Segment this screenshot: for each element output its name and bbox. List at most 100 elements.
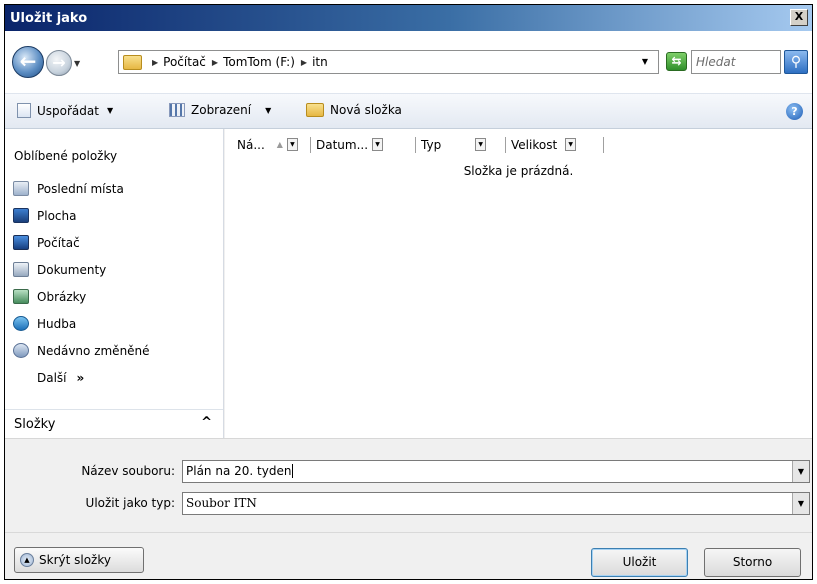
filename-field[interactable]: Plán na 20. tyden ▼ xyxy=(182,460,810,483)
nav-item-desktop[interactable]: Plocha xyxy=(13,202,150,229)
breadcrumb-drive[interactable]: ▶ TomTom (F:) xyxy=(212,55,295,69)
new-folder-label: Nová složka xyxy=(330,103,402,117)
navigation-pane: Oblíbené položky Poslední místa Plocha P… xyxy=(5,129,224,438)
save-options: Název souboru: Plán na 20. tyden ▼ Uloži… xyxy=(5,438,812,579)
nav-item-music[interactable]: Hudba xyxy=(13,310,150,337)
save-button[interactable]: Uložit xyxy=(591,548,688,577)
column-header-date[interactable]: Datum... ▼ xyxy=(316,136,384,153)
column-filter-button[interactable]: ▼ xyxy=(475,138,487,151)
organize-button[interactable]: Uspořádat ▼ xyxy=(17,103,113,118)
folder-icon xyxy=(123,54,142,70)
column-divider[interactable] xyxy=(505,137,506,153)
double-chevron-icon: » xyxy=(76,370,85,385)
filetype-label: Uložit jako typ: xyxy=(85,496,175,510)
filetype-value: Soubor ITN xyxy=(186,496,257,510)
nav-item-recent-places[interactable]: Poslední místa xyxy=(13,175,150,202)
organize-label: Uspořádat xyxy=(37,103,99,118)
chevron-up-icon[interactable]: ^ xyxy=(201,415,212,430)
recent-places-icon xyxy=(13,181,29,196)
breadcrumb-label[interactable]: itn xyxy=(312,55,328,69)
nav-item-computer[interactable]: Počítač xyxy=(13,229,150,256)
help-icon[interactable]: ? xyxy=(786,103,803,120)
pictures-icon xyxy=(13,289,29,304)
search-icon[interactable]: ⚲ xyxy=(784,50,808,74)
nav-item-label: Nedávno změněné xyxy=(37,343,150,358)
nav-item-label: Poslední místa xyxy=(37,181,124,196)
new-folder-icon xyxy=(306,103,324,117)
column-label: Datum... xyxy=(316,137,369,152)
folders-label: Složky xyxy=(14,416,56,432)
breadcrumb-computer[interactable]: ▶ Počítač xyxy=(152,55,206,69)
nav-item-label: Počítač xyxy=(37,235,80,250)
address-row: ← → ▼ ▶ Počítač ▶ TomTom (F:) ▶ itn ▼ ⇆ … xyxy=(5,31,812,93)
cancel-button[interactable]: Storno xyxy=(704,548,801,577)
recent-pages-dropdown-icon[interactable]: ▼ xyxy=(74,59,80,68)
nav-item-label: Plocha xyxy=(37,208,77,223)
column-header-size[interactable]: Velikost ▼ xyxy=(511,136,577,153)
filename-value[interactable]: Plán na 20. tyden xyxy=(186,464,294,478)
nav-more-label: Další xyxy=(37,370,67,385)
documents-icon xyxy=(13,262,29,277)
hide-folders-button[interactable]: ▲ Skrýt složky xyxy=(14,547,144,573)
nav-item-label: Hudba xyxy=(37,316,77,331)
chevron-down-icon: ▼ xyxy=(106,106,114,115)
filetype-select[interactable]: Soubor ITN ▼ xyxy=(182,492,810,515)
chevron-down-icon[interactable]: ▼ xyxy=(792,461,809,482)
chevron-right-icon[interactable]: ▶ xyxy=(212,58,218,67)
views-icon xyxy=(169,103,185,117)
computer-icon xyxy=(13,235,29,250)
collapse-up-icon: ▲ xyxy=(20,553,34,567)
file-list[interactable]: Ná... ▲ ▼ Datum... ▼ Typ ▼ Velikost ▼ Sl… xyxy=(225,129,812,438)
back-button[interactable]: ← xyxy=(12,46,44,78)
search-input[interactable]: Hledat xyxy=(691,50,781,74)
column-label: Ná... xyxy=(237,137,265,152)
command-bar: Uspořádat ▼ Zobrazení ▼ Nová složka ? xyxy=(5,93,812,129)
folders-toggle[interactable]: Složky ^ xyxy=(5,409,223,438)
save-as-dialog: Uložit jako X ← → ▼ ▶ Počítač ▶ TomTom (… xyxy=(4,4,813,580)
column-divider[interactable] xyxy=(415,137,416,153)
column-divider[interactable] xyxy=(310,137,311,153)
forward-button[interactable]: → xyxy=(46,50,72,76)
refresh-button[interactable]: ⇆ xyxy=(666,52,687,71)
recently-changed-icon xyxy=(13,343,29,358)
nav-item-recently-changed[interactable]: Nedávno změněné xyxy=(13,337,150,364)
column-header-name[interactable]: Ná... ▲ ▼ xyxy=(237,136,298,153)
close-button[interactable]: X xyxy=(790,9,808,26)
views-button[interactable]: Zobrazení ▼ xyxy=(169,103,271,117)
views-label: Zobrazení xyxy=(191,103,252,117)
column-label: Typ xyxy=(421,137,442,152)
music-icon xyxy=(13,316,29,331)
chevron-right-icon[interactable]: ▶ xyxy=(152,58,158,67)
chevron-down-icon: ▼ xyxy=(265,105,272,115)
column-header-type[interactable]: Typ ▼ xyxy=(421,136,487,153)
favorites-list: Poslední místa Plocha Počítač Dokumenty … xyxy=(13,175,150,391)
nav-item-pictures[interactable]: Obrázky xyxy=(13,283,150,310)
nav-item-label: Dokumenty xyxy=(37,262,107,277)
filename-label: Název souboru: xyxy=(81,464,175,478)
column-filter-button[interactable]: ▼ xyxy=(286,138,298,151)
column-divider[interactable] xyxy=(603,137,604,153)
desktop-icon xyxy=(13,208,29,223)
empty-folder-message: Složka je prázdná. xyxy=(463,164,574,178)
organize-icon xyxy=(17,103,31,118)
column-filter-button[interactable]: ▼ xyxy=(565,138,577,151)
favorites-header[interactable]: Oblíbené položky xyxy=(14,149,117,163)
chevron-down-icon[interactable]: ▼ xyxy=(792,493,809,514)
nav-item-label: Obrázky xyxy=(37,289,87,304)
window-title: Uložit jako xyxy=(10,10,88,26)
new-folder-button[interactable]: Nová složka xyxy=(306,103,402,117)
breadcrumb-label[interactable]: TomTom (F:) xyxy=(223,55,295,69)
column-filter-button[interactable]: ▼ xyxy=(372,138,384,151)
address-bar[interactable]: ▶ Počítač ▶ TomTom (F:) ▶ itn ▼ xyxy=(118,50,659,74)
nav-item-documents[interactable]: Dokumenty xyxy=(13,256,150,283)
address-dropdown-icon[interactable]: ▼ xyxy=(642,57,648,66)
chevron-right-icon[interactable]: ▶ xyxy=(301,58,307,67)
hide-folders-label: Skrýt složky xyxy=(39,553,111,567)
column-label: Velikost xyxy=(511,137,558,152)
breadcrumb-itn[interactable]: ▶ itn xyxy=(301,55,328,69)
divider xyxy=(5,532,812,533)
breadcrumb-label[interactable]: Počítač xyxy=(163,55,206,69)
nav-more-button[interactable]: Další » xyxy=(37,364,150,391)
sort-ascending-icon: ▲ xyxy=(276,140,283,149)
title-bar[interactable]: Uložit jako X xyxy=(5,5,812,31)
